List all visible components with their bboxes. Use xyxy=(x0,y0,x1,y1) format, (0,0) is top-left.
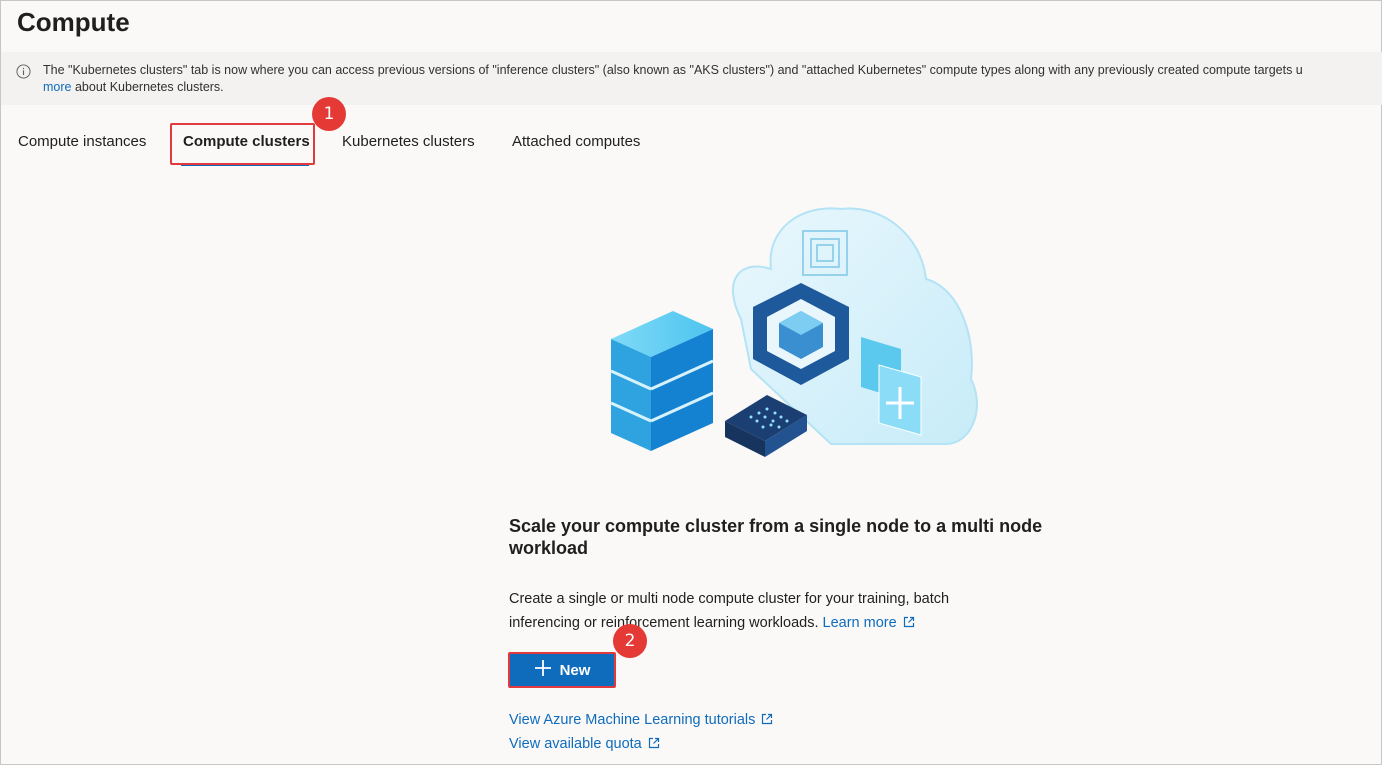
info-icon xyxy=(16,64,31,84)
empty-state-description: Create a single or multi node compute cl… xyxy=(509,587,1009,636)
tab-compute-instances[interactable]: Compute instances xyxy=(18,133,146,150)
banner-text-line1: The "Kubernetes clusters" tab is now whe… xyxy=(43,63,1303,77)
quota-link-label: View available quota xyxy=(509,736,642,752)
learn-more-link[interactable]: Learn more xyxy=(823,615,915,631)
learn-more-label: Learn more xyxy=(822,615,897,631)
info-banner: The "Kubernetes clusters" tab is now whe… xyxy=(1,52,1382,105)
tab-kubernetes-clusters[interactable]: Kubernetes clusters xyxy=(342,133,475,150)
tutorials-link[interactable]: View Azure Machine Learning tutorials xyxy=(509,712,773,729)
quota-link[interactable]: View available quota xyxy=(509,736,660,753)
banner-text-line2: more about Kubernetes clusters. xyxy=(43,79,1382,96)
banner-learn-more-link[interactable]: more xyxy=(43,80,71,94)
tab-highlight-box xyxy=(170,123,315,165)
banner-text-suffix: about Kubernetes clusters. xyxy=(71,80,224,94)
empty-state-heading: Scale your compute cluster from a single… xyxy=(509,516,1043,558)
external-link-icon xyxy=(648,737,660,753)
page-title: Compute xyxy=(17,7,130,37)
tutorials-link-label: View Azure Machine Learning tutorials xyxy=(509,712,756,728)
external-link-icon xyxy=(903,612,915,636)
external-link-icon xyxy=(761,713,773,729)
new-button-label: New xyxy=(559,661,591,679)
new-compute-cluster-button[interactable]: New xyxy=(508,652,616,688)
plus-icon xyxy=(534,659,552,681)
tab-attached-computes[interactable]: Attached computes xyxy=(512,133,640,150)
step-badge-2: 2 xyxy=(613,624,647,658)
compute-cluster-illustration xyxy=(601,199,991,469)
